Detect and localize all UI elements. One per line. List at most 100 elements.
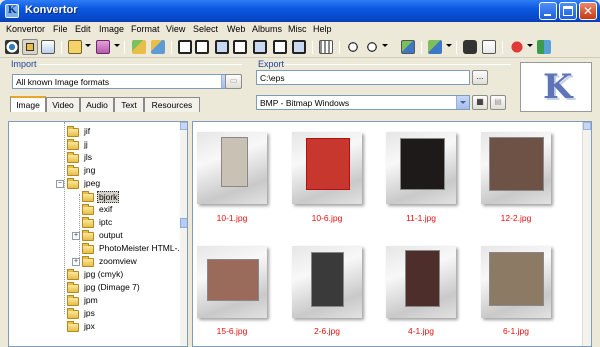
rotate-left-icon[interactable] bbox=[178, 40, 192, 54]
preview-eye-icon[interactable] bbox=[5, 40, 19, 54]
thumbnail[interactable] bbox=[481, 246, 551, 318]
export-options-button[interactable]: ▤ bbox=[490, 95, 506, 110]
chevron-down-icon[interactable] bbox=[382, 44, 388, 47]
tab-video[interactable]: Video bbox=[46, 97, 80, 112]
tree-item[interactable]: jpg (Dimage 7) bbox=[9, 282, 179, 294]
tab-text[interactable]: Text bbox=[114, 97, 144, 112]
thumbnail[interactable] bbox=[292, 246, 362, 318]
resize-icon[interactable] bbox=[292, 40, 306, 54]
expand-icon[interactable]: + bbox=[72, 232, 80, 240]
export-path-input[interactable]: C:\eps bbox=[256, 70, 470, 85]
thumbnail[interactable] bbox=[292, 132, 362, 204]
tree-item[interactable]: exif bbox=[9, 204, 179, 216]
export-format-select[interactable]: BMP - Bitmap Windows bbox=[256, 95, 470, 110]
menu-konvertor[interactable]: Konvertor bbox=[6, 24, 45, 34]
thumbnail[interactable] bbox=[197, 132, 267, 204]
folder-tree[interactable]: jif jj jls jng − jpeg bjork exif iptc + ou… bbox=[8, 121, 188, 347]
import-format-select[interactable]: All known Image formats bbox=[12, 74, 235, 89]
scroll-up-button[interactable] bbox=[583, 122, 591, 130]
tree-item[interactable]: jj bbox=[9, 139, 179, 151]
zoom-icon[interactable] bbox=[346, 40, 360, 54]
menu-file[interactable]: File bbox=[53, 24, 68, 34]
folder-tree-button[interactable] bbox=[22, 39, 38, 55]
tree-item-label: jj bbox=[84, 139, 88, 149]
chevron-down-icon[interactable] bbox=[456, 96, 469, 109]
collapse-icon[interactable]: − bbox=[56, 180, 64, 188]
tree-item[interactable]: + zoomview bbox=[9, 256, 179, 268]
web-export-icon[interactable] bbox=[401, 40, 415, 54]
tree-item[interactable]: jls bbox=[9, 152, 179, 164]
flip-horizontal-icon[interactable] bbox=[215, 40, 229, 54]
tab-audio[interactable]: Audio bbox=[80, 97, 114, 112]
scroll-up-button[interactable] bbox=[180, 122, 187, 130]
tree-item[interactable]: jng bbox=[9, 165, 179, 177]
chevron-down-icon[interactable] bbox=[85, 44, 91, 47]
tree-scrollbar[interactable] bbox=[180, 122, 187, 346]
convert-icon[interactable] bbox=[132, 40, 146, 54]
mirror-icon[interactable] bbox=[253, 40, 267, 54]
grid-view-icon[interactable] bbox=[319, 40, 333, 54]
folder-icon bbox=[67, 295, 79, 306]
flip-vertical-icon[interactable] bbox=[233, 40, 247, 54]
tree-item[interactable]: jpg (cmyk) bbox=[9, 269, 179, 281]
camera-icon[interactable] bbox=[463, 40, 477, 54]
tree-item[interactable]: jps bbox=[9, 308, 179, 320]
batch-icon[interactable] bbox=[151, 40, 165, 54]
tree-item[interactable]: + output bbox=[9, 230, 179, 242]
toolbar-separator bbox=[421, 41, 422, 54]
filter-icon[interactable] bbox=[482, 40, 496, 54]
tree-item[interactable]: − jpeg bbox=[9, 178, 179, 190]
tree-item[interactable]: jpx bbox=[9, 321, 179, 333]
expand-icon[interactable]: + bbox=[72, 258, 80, 266]
options-icon: ▭ bbox=[229, 76, 238, 85]
maximize-button[interactable] bbox=[559, 2, 577, 20]
zoom-out-icon[interactable] bbox=[365, 40, 379, 54]
thumbnail-scrollbar[interactable] bbox=[582, 122, 591, 346]
tree-item[interactable]: iptc bbox=[9, 217, 179, 229]
tab-image[interactable]: Image bbox=[10, 96, 46, 112]
menu-select[interactable]: Select bbox=[193, 24, 218, 34]
slideshow-icon[interactable] bbox=[96, 40, 110, 54]
import-options-button[interactable]: ▭ bbox=[225, 74, 242, 89]
export-format-value: BMP - Bitmap Windows bbox=[260, 98, 350, 108]
thumbnail-filename: 2-6.jpg bbox=[314, 326, 340, 336]
scroll-thumb[interactable] bbox=[180, 218, 187, 228]
tree-item[interactable]: PhotoMeister HTML-... bbox=[9, 243, 185, 255]
menu-image[interactable]: Image bbox=[99, 24, 124, 34]
menu-misc[interactable]: Misc bbox=[288, 24, 307, 34]
thumbnail-filename: 12-2.jpg bbox=[500, 213, 532, 223]
tree-item[interactable]: jif bbox=[9, 126, 179, 138]
menu-web[interactable]: Web bbox=[227, 24, 245, 34]
menu-albums[interactable]: Albums bbox=[252, 24, 282, 34]
thumbnail-filename: 6-1.jpg bbox=[503, 326, 529, 336]
bookmark-icon[interactable] bbox=[510, 40, 524, 54]
album-icon[interactable] bbox=[68, 40, 82, 54]
thumbnail[interactable] bbox=[197, 246, 267, 318]
browse-button[interactable]: ... bbox=[472, 70, 488, 85]
thumbnail-grid[interactable]: 10-1.jpg 10-6.jpg 11-1.jpg 12-2.jpg 15-6… bbox=[192, 121, 592, 347]
thumbnail-view-icon[interactable] bbox=[41, 40, 55, 54]
thumbnail[interactable] bbox=[386, 132, 456, 204]
export-settings-button[interactable]: ▦ bbox=[472, 95, 488, 110]
thumbnail[interactable] bbox=[386, 246, 456, 318]
sort-icon[interactable] bbox=[428, 40, 442, 54]
thumbnail[interactable] bbox=[481, 132, 551, 204]
tab-resources[interactable]: Resources bbox=[144, 97, 200, 112]
tree-item-selected[interactable]: bjork bbox=[9, 191, 179, 203]
chevron-down-icon[interactable] bbox=[446, 44, 452, 47]
crop-icon[interactable] bbox=[273, 40, 287, 54]
rotate-right-icon[interactable] bbox=[195, 40, 209, 54]
chevron-down-icon[interactable] bbox=[527, 44, 533, 47]
minimize-button[interactable] bbox=[539, 2, 557, 20]
folder-icon bbox=[82, 243, 94, 254]
menu-edit[interactable]: Edit bbox=[75, 24, 91, 34]
exit-icon[interactable] bbox=[537, 40, 551, 54]
menu-view[interactable]: View bbox=[166, 24, 185, 34]
tree-item[interactable]: jpm bbox=[9, 295, 179, 307]
chevron-down-icon[interactable] bbox=[114, 44, 120, 47]
close-button[interactable]: ✕ bbox=[579, 2, 597, 20]
folder-icon bbox=[67, 321, 79, 332]
menu-format[interactable]: Format bbox=[131, 24, 160, 34]
menu-help[interactable]: Help bbox=[313, 24, 332, 34]
settings-icon: ▦ bbox=[476, 97, 484, 106]
